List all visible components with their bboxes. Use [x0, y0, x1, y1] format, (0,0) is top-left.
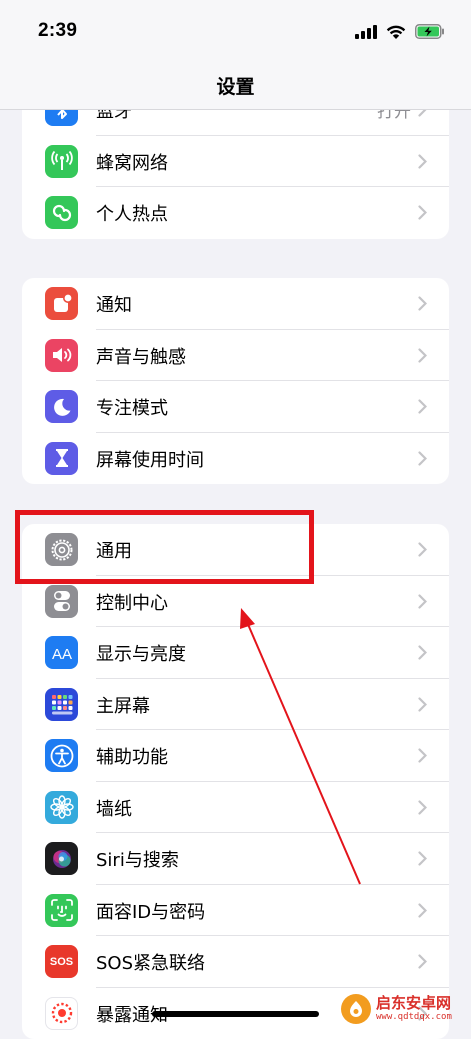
chevron-right-icon — [418, 800, 427, 815]
settings-row-label: 个人热点 — [96, 200, 168, 226]
chevron-right-icon — [418, 851, 427, 866]
sos-icon-text: SOS — [50, 956, 73, 968]
svg-text:AA: AA — [51, 646, 71, 663]
settings-group-general: 通用 控制中心 AA 显示与亮度 — [22, 524, 449, 1039]
antenna-icon — [45, 145, 78, 178]
settings-row-label: 辅助功能 — [96, 743, 168, 769]
settings-row-display[interactable]: AA 显示与亮度 — [22, 627, 449, 679]
settings-row-accessibility[interactable]: 辅助功能 — [22, 730, 449, 782]
settings-row-wallpaper[interactable]: 墙纸 — [22, 782, 449, 834]
home-indicator[interactable] — [152, 1011, 319, 1017]
settings-row-face-id[interactable]: 面容ID与密码 — [22, 885, 449, 937]
status-time: 2:39 — [38, 20, 77, 42]
settings-row-home-screen[interactable]: 主屏幕 — [22, 679, 449, 731]
moon-icon — [45, 390, 78, 423]
settings-row-label: 屏幕使用时间 — [96, 446, 204, 472]
page-title: 设置 — [0, 72, 471, 99]
status-icons — [355, 24, 445, 39]
wifi-icon — [386, 24, 406, 39]
siri-icon — [45, 842, 78, 875]
chevron-right-icon — [418, 748, 427, 763]
sos-icon: SOS — [45, 945, 78, 978]
settings-group-notifications: 通知 声音与触感 专注模式 — [22, 278, 449, 484]
chevron-right-icon — [418, 451, 427, 466]
chevron-right-icon — [418, 542, 427, 557]
chevron-right-icon — [418, 594, 427, 609]
battery-charging-icon — [415, 24, 445, 39]
settings-row-label: 控制中心 — [96, 589, 168, 615]
settings-row-label: 显示与亮度 — [96, 640, 186, 666]
face-id-icon — [45, 894, 78, 927]
notification-bell-icon — [45, 287, 78, 320]
chevron-right-icon — [418, 399, 427, 414]
status-bar: 2:39 — [0, 0, 471, 62]
settings-row-screen-time[interactable]: 屏幕使用时间 — [22, 433, 449, 485]
watermark-logo-icon — [341, 994, 371, 1024]
settings-row-label: 墙纸 — [96, 795, 132, 821]
settings-row-cellular[interactable]: 蜂窝网络 — [22, 136, 449, 188]
watermark: 启东安卓网 www.qdtdqx.com — [341, 991, 471, 1026]
settings-row-notifications[interactable]: 通知 — [22, 278, 449, 330]
chevron-right-icon — [418, 697, 427, 712]
chevron-right-icon — [418, 205, 427, 220]
settings-row-label: 蜂窝网络 — [96, 149, 168, 175]
speaker-icon — [45, 339, 78, 372]
settings-row-label: SOS紧急联络 — [96, 949, 205, 975]
settings-row-label: 通知 — [96, 291, 132, 317]
cellular-signal-icon — [355, 25, 377, 39]
settings-row-siri[interactable]: Siri与搜索 — [22, 833, 449, 885]
settings-row-sounds[interactable]: 声音与触感 — [22, 330, 449, 382]
chevron-right-icon — [418, 154, 427, 169]
watermark-title: 启东安卓网 — [376, 996, 452, 1011]
accessibility-icon — [45, 739, 78, 772]
text-size-icon: AA — [45, 636, 78, 669]
chevron-right-icon — [418, 296, 427, 311]
chevron-right-icon — [418, 645, 427, 660]
settings-row-label: Siri与搜索 — [96, 846, 179, 872]
chevron-right-icon — [418, 954, 427, 969]
settings-row-label: 声音与触感 — [96, 343, 186, 369]
settings-row-label: 面容ID与密码 — [96, 898, 205, 924]
flower-icon — [45, 791, 78, 824]
watermark-url: www.qdtdqx.com — [376, 1013, 452, 1022]
settings-row-focus[interactable]: 专注模式 — [22, 381, 449, 433]
hotspot-icon — [45, 196, 78, 229]
home-screen-grid-icon — [45, 688, 78, 721]
settings-row-emergency-sos[interactable]: SOS SOS紧急联络 — [22, 936, 449, 988]
navigation-bar: 设置 — [0, 62, 471, 110]
settings-row-hotspot[interactable]: 个人热点 — [22, 187, 449, 239]
settings-row-label: 主屏幕 — [96, 692, 150, 718]
settings-row-label: 专注模式 — [96, 394, 168, 420]
annotation-highlight-box — [15, 510, 314, 584]
toggles-icon — [45, 585, 78, 618]
hourglass-icon — [45, 442, 78, 475]
chevron-right-icon — [418, 903, 427, 918]
chevron-right-icon — [418, 348, 427, 363]
exposure-icon — [45, 997, 78, 1030]
